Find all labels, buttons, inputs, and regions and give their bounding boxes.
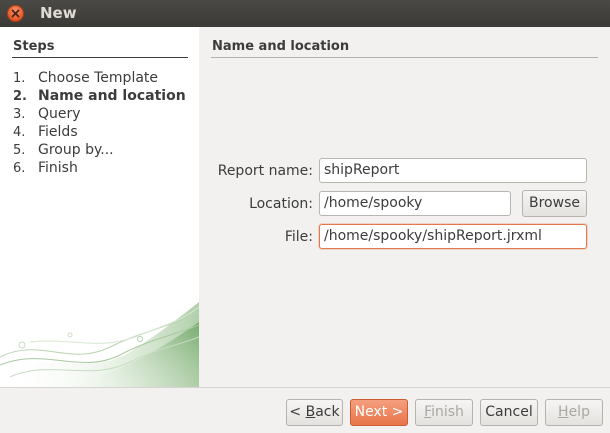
step-item: 6. Finish [13, 159, 186, 177]
steps-header: Steps [13, 39, 55, 54]
file-input[interactable]: /home/spooky/shipReport.jrxml [319, 224, 587, 249]
cancel-button[interactable]: Cancel [480, 399, 538, 426]
back-label-prefix: < [289, 404, 306, 420]
step-number: 5. [13, 143, 26, 158]
back-button[interactable]: < Back [286, 399, 343, 426]
close-icon [11, 9, 20, 18]
step-number: 4. [13, 125, 26, 140]
step-number: 6. [13, 161, 26, 176]
title-bar: New [0, 0, 610, 27]
report-name-input[interactable]: shipReport [319, 158, 587, 183]
step-number: 2. [13, 89, 27, 104]
steps-panel: Steps 1. Choose Template 2. Name and locat… [0, 27, 199, 387]
step-label: Name and location [38, 88, 186, 104]
back-label-rest: ack [315, 404, 340, 420]
report-name-label: Report name: [217, 163, 313, 179]
close-button[interactable] [7, 5, 24, 22]
step-item: 3. Query [13, 105, 186, 123]
file-label: File: [284, 229, 313, 245]
step-item: 5. Group by... [13, 141, 186, 159]
help-button[interactable]: Help [545, 399, 603, 426]
step-item-current: 2. Name and location [13, 87, 186, 105]
step-label: Choose Template [38, 70, 159, 86]
page-title: Name and location [212, 39, 350, 54]
browse-button[interactable]: Browse [522, 190, 587, 217]
finish-label-rest: inish [431, 404, 464, 420]
step-item: 1. Choose Template [13, 69, 186, 87]
steps-list: 1. Choose Template 2. Name and location 3.… [13, 69, 186, 177]
step-label: Query [38, 106, 81, 122]
steps-divider [12, 57, 188, 58]
footer-divider [0, 387, 610, 388]
help-label-rest: elp [568, 404, 590, 420]
step-label: Group by... [38, 142, 114, 158]
step-number: 1. [13, 71, 26, 86]
back-label-mnemonic: B [305, 404, 316, 420]
help-label-mnemonic: H [558, 404, 569, 420]
step-label: Fields [38, 124, 78, 140]
step-number: 3. [13, 107, 26, 122]
title-divider [211, 57, 598, 58]
decorative-swirl-graphic [0, 302, 199, 387]
step-label: Finish [38, 160, 78, 176]
next-button[interactable]: Next > [350, 399, 408, 426]
finish-button[interactable]: Finish [415, 399, 473, 426]
location-label: Location: [249, 196, 313, 212]
window-title: New [40, 4, 77, 22]
location-input[interactable]: /home/spooky [319, 191, 511, 216]
step-item: 4. Fields [13, 123, 186, 141]
